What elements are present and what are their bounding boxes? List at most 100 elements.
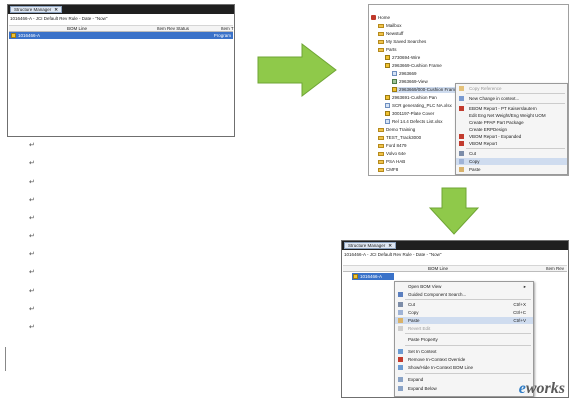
revision-rule-text: 1016466-A - JCI Default Rev Rule - Date … [10, 16, 108, 21]
context-icon [398, 349, 403, 354]
tree-item-psa[interactable]: PSA HAB [378, 159, 405, 165]
tree-item-demo-training[interactable]: Demo Training [378, 127, 415, 133]
menu-item-cut[interactable]: Cut [456, 150, 567, 157]
tree-item-ford[interactable]: Ford 8479 [378, 143, 407, 149]
menu-item-new-change[interactable]: New Change in context... [456, 95, 567, 102]
tree-item-newstuff[interactable]: Newstuff [378, 31, 403, 37]
tree-item-scr-xlsx[interactable]: SCR generating_PLC NA.xlsx [385, 103, 452, 109]
tree-item-home[interactable]: Home [371, 15, 390, 21]
menu-item-paste[interactable]: Paste [456, 166, 567, 173]
menu-item-open-bom-view[interactable]: Open BOM View ▸ [395, 283, 533, 290]
menu-separator [405, 345, 531, 346]
menu-item-copy-reference[interactable]: Copy Reference [456, 85, 567, 92]
menu-item-paste[interactable]: Paste Ctrl+V [395, 317, 533, 324]
menu-item-vbom-expanded[interactable]: VBOM Report - Expanded [456, 133, 567, 140]
arrow-right-icon [257, 42, 337, 98]
paragraph-mark: ↵ [29, 197, 35, 204]
cut-icon [398, 302, 403, 307]
table-header: BOM Line Item Rev [343, 265, 567, 272]
folder-icon [378, 127, 384, 132]
bom-line-label: 1016466-A [18, 33, 41, 38]
menu-item-paste-property[interactable]: Paste Property [395, 336, 533, 343]
tree-item-parts[interactable]: Parts [378, 47, 397, 53]
menu-item-edit-eng-weight[interactable]: Edit Eng Net Weight/Eng Weight UOM [456, 112, 567, 119]
report-icon [459, 134, 464, 139]
tree-item-saved-searches[interactable]: My Saved Searches [378, 39, 426, 45]
change-icon [459, 96, 464, 101]
tree-item-cushion-pan[interactable]: 2963691-Cushion Pan [385, 95, 437, 101]
tree-item-mailbox[interactable]: Mailbox [378, 23, 402, 29]
menu-item-guided-search[interactable]: Guided Component Search... [395, 291, 533, 298]
tab-bar: Structure Manager ✕ [8, 5, 234, 14]
remove-override-icon [398, 357, 403, 362]
menu-item-expand-below[interactable]: Expand Below [395, 385, 533, 392]
tree-item-defects-list[interactable]: Rel 14.4 Defects List.xlsx [385, 119, 443, 125]
table-row-selected[interactable]: 1016466-A [352, 273, 394, 280]
menu-separator [466, 103, 565, 104]
menu-separator [466, 148, 565, 149]
item-revision-icon [392, 87, 397, 93]
menu-item-ebom-report[interactable]: EBOM Report - PT Kaiserslautern [456, 105, 567, 112]
document-icon [392, 71, 397, 77]
menu-separator [405, 373, 531, 374]
close-icon[interactable]: ✕ [388, 243, 392, 248]
tab-label: Structure Manager [348, 243, 386, 248]
tree-item-cushion-frame[interactable]: 2963669-Cushion Frame [385, 63, 442, 69]
item-type-cell: Program [213, 33, 231, 38]
paragraph-mark: ↵ [29, 160, 35, 167]
tree-item-2963669-view[interactable]: 2963669-View [392, 79, 428, 85]
arrow-down-icon [428, 187, 480, 235]
menu-separator [466, 93, 565, 94]
item-icon [385, 111, 390, 117]
menu-item-set-in-context[interactable]: Set In Context [395, 348, 533, 355]
submenu-arrow-icon: ▸ [523, 284, 526, 289]
home-tree-panel: Home Mailbox Newstuff My Saved Searches … [368, 4, 569, 176]
table-header: BOM Line Item Rev Status Item T [9, 25, 234, 32]
copy-icon [398, 310, 403, 315]
revision-rule-text: 1016466-A - JCI Default Rev Rule - Date … [344, 252, 442, 257]
paragraph-mark: ↵ [29, 179, 35, 186]
menu-separator [405, 333, 531, 334]
tree-item-volvo[interactable]: Volvo 64e [378, 151, 406, 157]
menu-item-cut[interactable]: Cut Ctrl+X [395, 301, 533, 308]
menu-item-remove-override[interactable]: Remove In-Context Override [395, 356, 533, 363]
expand-below-icon [398, 386, 403, 391]
item-revision-icon [11, 33, 16, 39]
folder-icon [378, 47, 384, 52]
menu-item-expand[interactable]: Expand [395, 376, 533, 383]
menu-item-create-ppap[interactable]: Create PPAP Part Package [456, 119, 567, 126]
table-row-selected[interactable]: 1016466-A Program [9, 32, 233, 39]
folder-icon [378, 151, 384, 156]
close-icon[interactable]: ✕ [54, 7, 58, 12]
paste-icon [398, 318, 403, 323]
tree-item-plate-cover[interactable]: 3001197-Plate Cover [385, 111, 434, 117]
menu-item-create-erpdesign[interactable]: Create ERPDesign [456, 126, 567, 133]
column-header-bom-line[interactable]: BOM Line [428, 266, 448, 272]
menu-item-copy[interactable]: Copy Ctrl+C [395, 309, 533, 316]
tree-item-wire[interactable]: 2730694-Wire [385, 55, 420, 61]
structure-manager-panel-1: Structure Manager ✕ 1016466-A - JCI Defau… [7, 4, 235, 137]
item-icon [385, 55, 390, 61]
mailbox-icon [378, 23, 384, 28]
tree-item-cmf8[interactable]: CMF8 [378, 167, 398, 173]
folder-icon [378, 135, 384, 140]
tree-item-test-track[interactable]: TEST_Track3000 [378, 135, 421, 141]
paste-icon [459, 167, 464, 172]
menu-item-revert-edit[interactable]: Revert Edit [395, 325, 533, 332]
tab-structure-manager[interactable]: Structure Manager ✕ [10, 6, 63, 13]
cut-icon [459, 151, 464, 156]
column-header-item-rev[interactable]: Item Rev [546, 266, 564, 272]
tab-label: Structure Manager [14, 7, 52, 12]
menu-separator [405, 299, 531, 300]
page-margin-line [5, 347, 6, 371]
item-revision-icon [353, 274, 358, 280]
structure-manager-panel-2: Structure Manager ✕ 1016466-A - JCI Defau… [341, 240, 569, 398]
tree-item-2963669[interactable]: 2963669 [392, 71, 417, 77]
tab-structure-manager[interactable]: Structure Manager ✕ [344, 242, 397, 249]
tab-bar: Structure Manager ✕ [342, 241, 568, 250]
menu-item-vbom-report[interactable]: VBOM Report [456, 140, 567, 147]
tree-item-cushion-frame-rev[interactable]: 2963669/000-Cushion Frame [392, 87, 460, 93]
menu-item-copy[interactable]: Copy [456, 158, 567, 165]
revert-icon [398, 326, 403, 331]
menu-item-show-hide-bom-line[interactable]: Show/Hide In-Context BOM Line [395, 364, 533, 371]
